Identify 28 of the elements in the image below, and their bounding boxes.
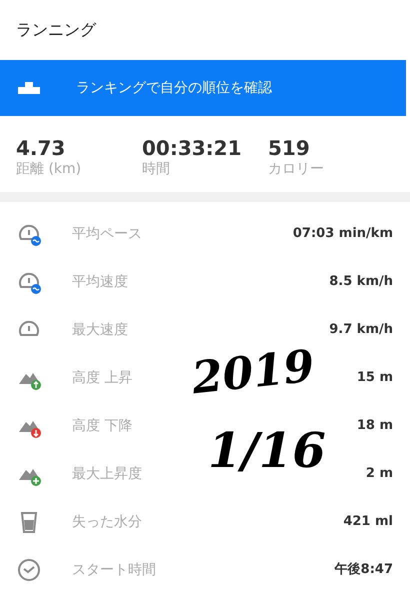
summary-label: カロリー	[268, 160, 325, 178]
screen-title: ランニング	[16, 19, 96, 41]
detail-label: 平均速度	[72, 272, 128, 292]
detail-label: 高度 下降	[72, 416, 132, 436]
handwritten-note: 1/16	[208, 422, 326, 481]
detail-label: 平均ペース	[72, 224, 142, 244]
summary-label: 時間	[142, 160, 171, 178]
podium-icon	[18, 82, 40, 94]
detail-value: 8.5 km/h	[329, 273, 393, 292]
detail-label: 最大上昇度	[72, 464, 142, 484]
summary-value: 4.73	[16, 136, 66, 160]
detail-value: 2 m	[366, 465, 393, 484]
detail-label: 高度 上昇	[72, 368, 132, 388]
detail-value: 18 m	[356, 417, 393, 436]
detail-label: 失った水分	[72, 512, 142, 532]
handwritten-note: 2019	[188, 340, 318, 406]
ranking-banner[interactable]: ランキングで自分の順位を確認	[0, 60, 406, 116]
summary-value: 519	[268, 136, 311, 160]
detail-value: 午後8:47	[334, 561, 393, 580]
summary-value: 00:33:21	[142, 136, 242, 160]
detail-value: 9.7 km/h	[329, 321, 393, 340]
detail-label: スタート時間	[72, 560, 156, 580]
detail-value: 15 m	[356, 369, 393, 388]
clock-icon	[17, 558, 42, 582]
detail-value: 421 ml	[343, 513, 393, 532]
detail-value: 07:03 min/km	[292, 225, 393, 244]
summary-label: 距離 (km)	[16, 160, 82, 178]
detail-label: 最大速度	[72, 320, 128, 340]
